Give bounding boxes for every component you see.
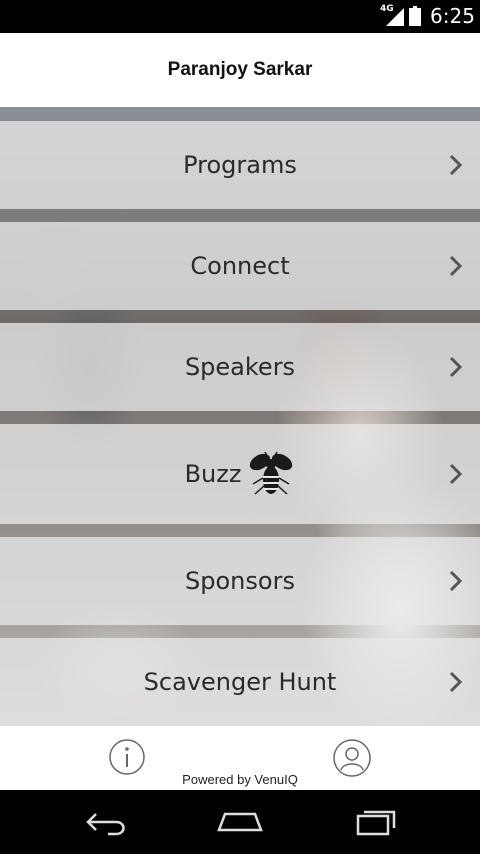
powered-by-label: Powered by VenuIQ: [182, 772, 298, 787]
signal-icon: [386, 8, 404, 26]
menu-item-sponsors[interactable]: Sponsors: [0, 537, 480, 625]
bee-icon: [250, 451, 293, 495]
menu-item-label: Speakers: [184, 353, 296, 381]
menu-item-label: Scavenger Hunt: [143, 668, 337, 696]
chevron-right-icon: [449, 255, 463, 277]
menu-item-label: Programs: [183, 151, 297, 179]
system-nav-bar: [0, 790, 480, 854]
status-bar: 4G 6:25: [0, 0, 480, 33]
chevron-right-icon: [449, 356, 463, 378]
chevron-right-icon: [449, 671, 463, 693]
main-menu: Programs Connect Speakers Buzz Sponsors …: [0, 107, 480, 726]
clock: 6:25: [430, 4, 475, 28]
home-icon[interactable]: [215, 808, 265, 838]
info-icon[interactable]: [108, 738, 146, 776]
menu-item-label: Connect: [190, 252, 290, 280]
menu-item-label: Buzz: [184, 460, 242, 488]
menu-item-speakers[interactable]: Speakers: [0, 323, 480, 411]
app-header: Paranjoy Sarkar: [0, 33, 480, 107]
battery-icon: [409, 6, 421, 26]
back-icon[interactable]: [82, 808, 132, 838]
chevron-right-icon: [449, 570, 463, 592]
menu-item-buzz[interactable]: Buzz: [0, 424, 480, 524]
recent-apps-icon[interactable]: [350, 808, 400, 838]
footer: Powered by VenuIQ: [0, 726, 480, 790]
page-title: Paranjoy Sarkar: [167, 59, 313, 80]
menu-item-label: Sponsors: [185, 567, 295, 595]
chevron-right-icon: [449, 463, 463, 485]
menu-item-programs[interactable]: Programs: [0, 121, 480, 209]
menu-item-connect[interactable]: Connect: [0, 222, 480, 310]
menu-item-scavenger-hunt[interactable]: Scavenger Hunt: [0, 638, 480, 726]
chevron-right-icon: [449, 154, 463, 176]
